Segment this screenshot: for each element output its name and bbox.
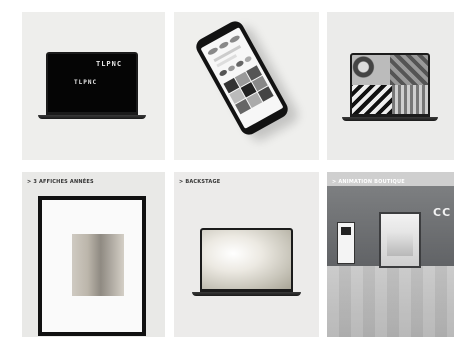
tile-phone-instagram[interactable]	[174, 12, 319, 160]
tile-caption: > BACKSTAGE	[179, 179, 221, 185]
store-sign-board	[337, 222, 355, 264]
tile-store-animation[interactable]: CC > ANIMATION BOUTIQUE	[327, 172, 454, 337]
laptop-base	[192, 292, 301, 296]
phone-screen	[200, 27, 284, 129]
laptop-base	[38, 115, 146, 119]
tile-backstage[interactable]: > BACKSTAGE	[174, 172, 319, 337]
store-name: CC	[433, 206, 452, 219]
poster-mat	[42, 200, 142, 332]
pattern-circles	[352, 55, 390, 85]
logo-text-center: TLPNC	[74, 79, 98, 86]
laptop-mockup	[342, 53, 438, 121]
laptop-base	[342, 117, 438, 121]
laptop-screen	[350, 53, 430, 117]
tile-laptop-logo[interactable]: TLPNC TLPNC	[22, 12, 165, 160]
pattern-lines	[392, 85, 428, 114]
laptop-mockup: TLPNC TLPNC	[38, 52, 146, 119]
store-entrance	[379, 212, 421, 268]
logo-text-top: TLPNC	[96, 60, 123, 68]
poster-frame	[38, 196, 146, 336]
sign-graphic	[341, 227, 351, 235]
phone-mockup	[193, 18, 291, 138]
laptop-screen	[200, 228, 293, 292]
tile-laptop-pattern[interactable]	[327, 12, 454, 160]
tile-caption: > 3 AFFICHES ANNÉES	[27, 179, 94, 185]
poster-photo	[72, 234, 124, 296]
pattern-diagonal	[390, 55, 428, 85]
tile-posters[interactable]: > 3 AFFICHES ANNÉES	[22, 172, 165, 337]
post-grid	[223, 65, 274, 115]
store-interior	[387, 232, 413, 256]
laptop-screen: TLPNC TLPNC	[46, 52, 138, 115]
mall-floor	[327, 266, 454, 337]
laptop-mockup	[192, 228, 301, 296]
tile-caption: > ANIMATION BOUTIQUE	[332, 179, 405, 185]
pattern-stripes	[352, 85, 392, 114]
